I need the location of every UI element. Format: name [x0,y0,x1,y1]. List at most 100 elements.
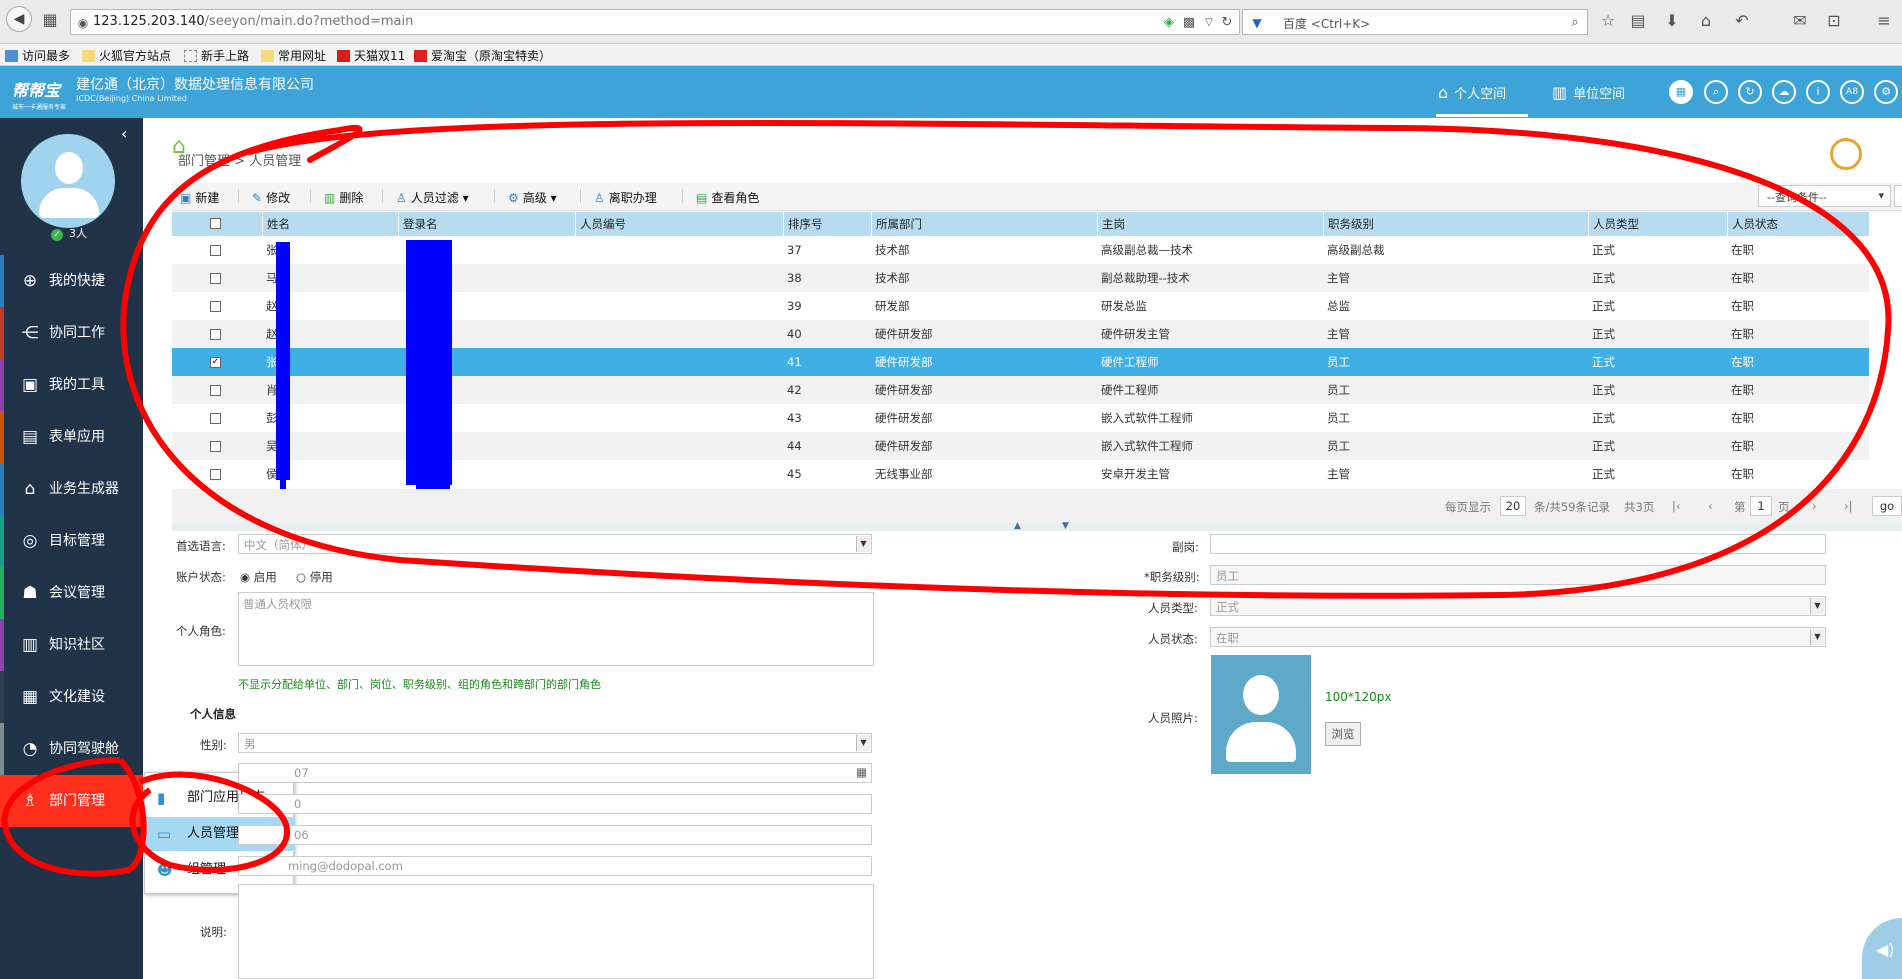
sidebar-item-dept-management[interactable]: ♗ 部门管理 [0,775,143,827]
dropdown-icon[interactable]: ▽ [1199,13,1219,33]
apps-icon[interactable]: ▦ [1669,80,1693,104]
col-header-login[interactable]: 登录名 [398,212,575,236]
sidebar-item-menu-10[interactable]: ◔ 协同驾驶舱 [0,723,143,775]
chat-icon[interactable]: ✉ [1790,11,1810,31]
speaker-icon[interactable]: ◀) [1862,918,1902,979]
first-page-icon[interactable]: |‹ [1672,499,1680,513]
row-checkbox[interactable] [210,441,221,452]
cloud-icon[interactable]: ☁ [1772,80,1796,104]
col-header-staff-no[interactable]: 人员编号 [575,212,783,236]
info-icon[interactable]: i [1806,80,1830,104]
bookmark-firefox[interactable]: 火狐官方站点 [82,47,171,64]
sidebar-item-menu-6[interactable]: ◎ 目标管理 [0,515,143,567]
bookmark-most-visited[interactable]: 访问最多 [5,47,70,64]
row-checkbox[interactable] [210,301,221,312]
role-textarea[interactable]: 普通人员权限 [238,592,874,666]
checkbox[interactable] [210,218,221,229]
language-select[interactable]: 中文（简体） ▼ [238,534,872,554]
deputy-post-input[interactable] [1210,534,1826,554]
last-page-icon[interactable]: ›| [1844,499,1852,513]
search-input[interactable]: ▼ 百度 <Ctrl+K> ⌕ [1242,9,1588,35]
home-icon[interactable]: ⌂ [1696,11,1716,31]
enable-radio[interactable]: ◉ 启用 [240,569,277,585]
staff-filter-button[interactable]: ♙ 人员过滤 ▾ [396,189,469,206]
row-checkbox[interactable] [210,273,221,284]
menu-icon[interactable]: ▦ [40,10,60,30]
go-button[interactable]: go [1872,496,1902,516]
col-header-sort[interactable]: 排序号 [783,212,871,236]
col-header-status[interactable]: 人员状态 [1727,212,1869,236]
col-header-type[interactable]: 人员类型 [1588,212,1727,236]
shield-icon[interactable]: ◈ [1159,13,1179,33]
collapse-down-icon[interactable]: ▼ [1062,521,1069,531]
row-checkbox[interactable]: ✓ [210,357,221,368]
sidebar-item-menu-7[interactable]: ☗ 会议管理 [0,567,143,619]
header-select-all[interactable] [172,212,262,236]
calendar-icon[interactable]: ▦ [856,765,867,779]
nav-personal-space[interactable]: ⌂ 个人空间 [1438,83,1506,102]
avatar[interactable] [21,134,115,228]
reading-list-icon[interactable]: ▤ [1628,11,1648,31]
col-header-name[interactable]: 姓名 [262,212,398,236]
description-textarea[interactable] [238,884,874,979]
staff-status-select[interactable]: 在职 ▼ [1210,627,1826,647]
phone-input[interactable]: 0 [238,794,872,814]
hamburger-icon[interactable]: ≡ [1874,11,1894,31]
per-page-input[interactable]: 20 [1500,496,1526,516]
col-header-dept[interactable]: 所属部门 [871,212,1097,236]
a8-icon[interactable]: A8 [1840,80,1864,104]
reload-icon[interactable]: ↻ [1217,13,1237,33]
row-checkbox[interactable] [210,329,221,340]
bookmark-getting-started[interactable]: 新手上路 [184,47,249,64]
new-button[interactable]: ▣ 新建 [180,189,219,206]
sidebar-item-menu-5[interactable]: ⌂ 业务生成器 [0,463,143,515]
row-checkbox[interactable] [210,469,221,480]
nav-unit-space[interactable]: ▥ 单位空间 [1552,83,1625,102]
email-input[interactable]: ming@dodopal.com [238,856,872,876]
download-icon[interactable]: ⬇ [1662,11,1682,31]
qr-code-icon[interactable]: ▩ [1179,13,1199,33]
page-input[interactable]: 1 [1750,496,1772,516]
sidebar-item-menu-8[interactable]: ▥ 知识社区 [0,619,143,671]
advanced-button[interactable]: ⚙ 高级 ▾ [508,189,557,206]
address-bar[interactable]: ◉ 123.125.203.140/seeyon/main.do?method=… [70,9,1240,35]
edit-button[interactable]: ✎ 修改 [252,189,290,206]
delete-button[interactable]: ▥ 删除 [324,189,363,206]
sidebar-item-menu-9[interactable]: ▦ 文化建设 [0,671,143,723]
sidebar-item-menu-3[interactable]: ▣ 我的工具 [0,359,143,411]
row-checkbox[interactable] [210,245,221,256]
refresh-icon[interactable]: ↻ [1738,80,1762,104]
back-button[interactable]: ◀ [6,6,32,32]
undo-icon[interactable]: ↶ [1732,11,1752,31]
crop-icon[interactable]: ⊡ [1824,11,1844,31]
sidebar-item-menu-4[interactable]: ▤ 表单应用 [0,411,143,463]
row-checkbox[interactable] [210,413,221,424]
star-icon[interactable]: ☆ [1598,11,1618,31]
sidebar-item-menu-1[interactable]: ⊕ 我的快捷 [0,255,143,307]
prev-page-icon[interactable]: ‹ [1708,499,1713,513]
col-header-level[interactable]: 职务级别 [1323,212,1588,236]
query-condition-select[interactable]: --查询条件-- ▾ [1758,185,1891,207]
staff-type-select[interactable]: 正式 ▼ [1210,596,1826,616]
search-icon[interactable]: ⌕ [1565,13,1585,33]
breadcrumb-parent[interactable]: 部门管理 [178,154,230,169]
disable-radio[interactable]: ○ 停用 [296,569,333,585]
mobile-input[interactable]: 06 [238,825,872,845]
resign-button[interactable]: ♙ 离职办理 [594,189,657,206]
query-search-button[interactable]: ⌕ [1894,185,1902,207]
online-count[interactable]: ✓ 3人 [51,225,87,241]
pane-splitter[interactable]: ▲ ▼ [172,521,1902,531]
col-header-post[interactable]: 主岗 [1097,212,1323,236]
gender-select[interactable]: 男 ▼ [238,733,872,753]
bookmark-common[interactable]: 常用网址 [261,47,326,64]
bookmark-taobao[interactable]: 爱淘宝（原淘宝特卖） [414,47,551,64]
birthday-input[interactable]: 07 ▦ [238,763,872,783]
browse-button[interactable]: 浏览 [1325,722,1361,746]
row-checkbox[interactable] [210,385,221,396]
collapse-up-icon[interactable]: ▲ [1014,521,1021,531]
next-page-icon[interactable]: › [1812,499,1817,513]
bookmark-tmall[interactable]: 天猫双11 [337,47,405,64]
collapse-icon[interactable]: ‹ [121,124,127,143]
job-level-input[interactable]: 员工 [1210,565,1826,585]
view-role-button[interactable]: ▤ 查看角色 [696,189,759,206]
